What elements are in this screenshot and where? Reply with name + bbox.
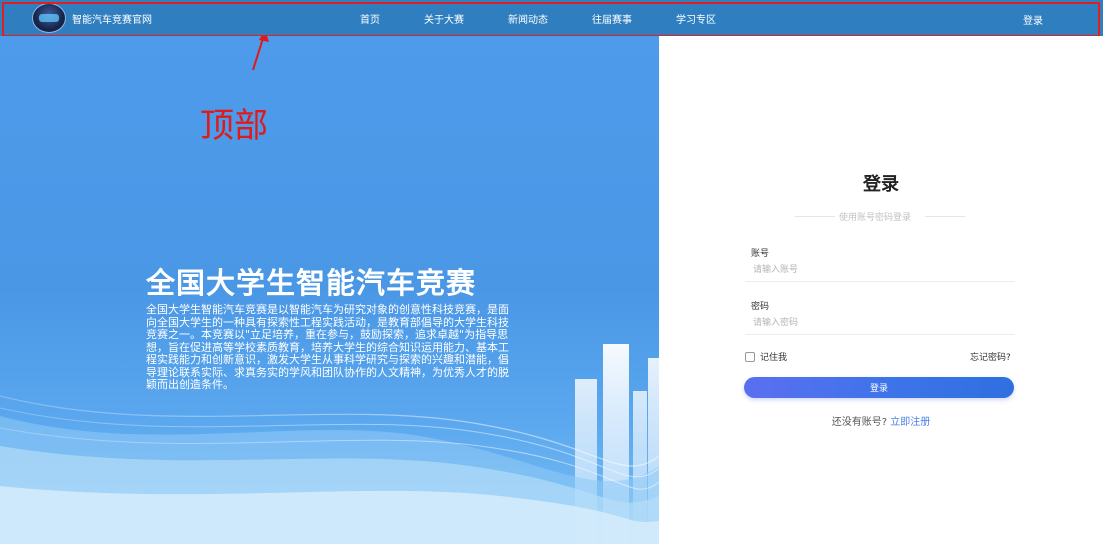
remember-label: 记住我: [760, 353, 788, 363]
login-title: 登录: [863, 174, 899, 195]
login-panel: 登录 使用账号密码登录 账号 密码 记住我 忘记密码? 登录 还没有账号? 立即…: [659, 36, 1103, 544]
main-nav: 首页 关于大赛 新闻动态 往届赛事 学习专区: [360, 0, 760, 36]
login-submit-button[interactable]: 登录: [744, 377, 1014, 398]
top-navbar: 智能汽车竞赛官网 首页 关于大赛 新闻动态 往届赛事 学习专区 登录: [0, 0, 1103, 36]
login-subtitle: 使用账号密码登录: [839, 213, 912, 223]
register-prompt: 还没有账号?: [831, 417, 888, 428]
remember-checkbox[interactable]: [745, 351, 755, 362]
register-link[interactable]: 立即注册: [890, 417, 930, 428]
nav-item-learning[interactable]: 学习专区: [676, 11, 716, 26]
password-input[interactable]: [745, 311, 1015, 335]
hero-title: 全国大学生智能汽车竞赛: [146, 266, 477, 300]
annotation-label: 顶部: [200, 106, 268, 146]
forgot-password-link[interactable]: 忘记密码?: [970, 350, 1011, 363]
remember-me[interactable]: 记住我: [745, 350, 787, 363]
divider-right: [925, 216, 965, 217]
divider-left: [795, 216, 835, 217]
nav-item-home[interactable]: 首页: [360, 11, 380, 26]
hero-banner: 全国大学生智能汽车竞赛 全国大学生智能汽车竞赛是以智能汽车为研究对象的创意性科技…: [0, 36, 659, 544]
site-logo-icon[interactable]: [32, 3, 66, 33]
hero-description: 全国大学生智能汽车竞赛是以智能汽车为研究对象的创意性科技竞赛，是面向全国大学生的…: [146, 303, 509, 391]
register-row: 还没有账号? 立即注册: [659, 413, 1103, 428]
account-input[interactable]: [745, 258, 1015, 282]
nav-login-link[interactable]: 登录: [1023, 12, 1043, 27]
nav-item-about[interactable]: 关于大赛: [424, 11, 464, 26]
site-name[interactable]: 智能汽车竞赛官网: [72, 11, 152, 26]
nav-item-past-events[interactable]: 往届赛事: [592, 11, 632, 26]
nav-item-news[interactable]: 新闻动态: [508, 11, 548, 26]
